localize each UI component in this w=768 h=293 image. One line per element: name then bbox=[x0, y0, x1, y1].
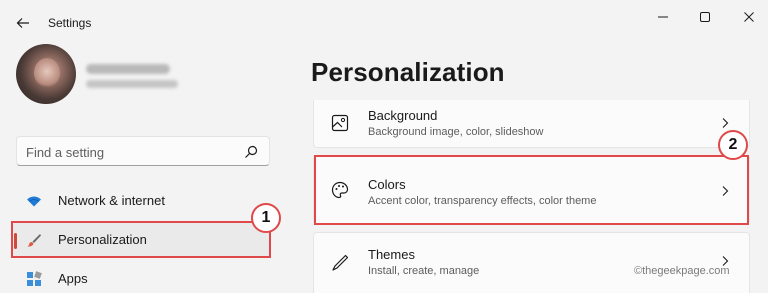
search-input[interactable] bbox=[26, 143, 226, 161]
maximize-icon bbox=[700, 12, 710, 22]
watermark: ©thegeekpage.com bbox=[634, 265, 730, 277]
minimize-button[interactable] bbox=[646, 6, 680, 28]
background-card[interactable]: Background Background image, color, slid… bbox=[313, 100, 750, 148]
chevron-right-icon bbox=[722, 118, 729, 128]
close-button[interactable] bbox=[732, 6, 766, 28]
highlight-box-colors bbox=[314, 155, 749, 225]
close-icon bbox=[744, 12, 754, 22]
page-title: Personalization bbox=[311, 57, 505, 87]
apps-icon bbox=[27, 271, 42, 286]
highlight-box-personalization bbox=[11, 221, 271, 258]
sidebar-item-network[interactable]: Network & internet bbox=[12, 184, 270, 218]
avatar[interactable] bbox=[16, 44, 76, 104]
title-bar: Settings bbox=[0, 0, 768, 44]
step-badge-1: 1 bbox=[251, 203, 281, 233]
minimize-icon bbox=[658, 16, 668, 18]
back-button[interactable] bbox=[10, 10, 36, 36]
maximize-button[interactable] bbox=[688, 6, 722, 28]
sidebar-item-label: Network & internet bbox=[58, 193, 165, 208]
wifi-icon bbox=[27, 196, 41, 207]
search-icon[interactable] bbox=[243, 144, 259, 160]
sidebar-item-label: Apps bbox=[58, 271, 88, 286]
profile-name-redacted bbox=[86, 64, 170, 74]
card-subtitle: Install, create, manage bbox=[368, 265, 480, 277]
search-box[interactable] bbox=[16, 136, 270, 166]
profile-email-redacted bbox=[86, 80, 178, 88]
card-title: Background bbox=[368, 108, 438, 123]
themes-card[interactable]: Themes Install, create, manage bbox=[313, 232, 750, 293]
app-title: Settings bbox=[48, 16, 92, 30]
image-icon bbox=[331, 114, 349, 132]
sidebar-item-apps[interactable]: Apps bbox=[12, 262, 270, 293]
card-title: Themes bbox=[368, 247, 415, 262]
step-badge-2: 2 bbox=[718, 130, 748, 160]
pen-icon bbox=[332, 254, 349, 271]
card-subtitle: Background image, color, slideshow bbox=[368, 126, 544, 138]
back-arrow-icon bbox=[16, 18, 29, 28]
